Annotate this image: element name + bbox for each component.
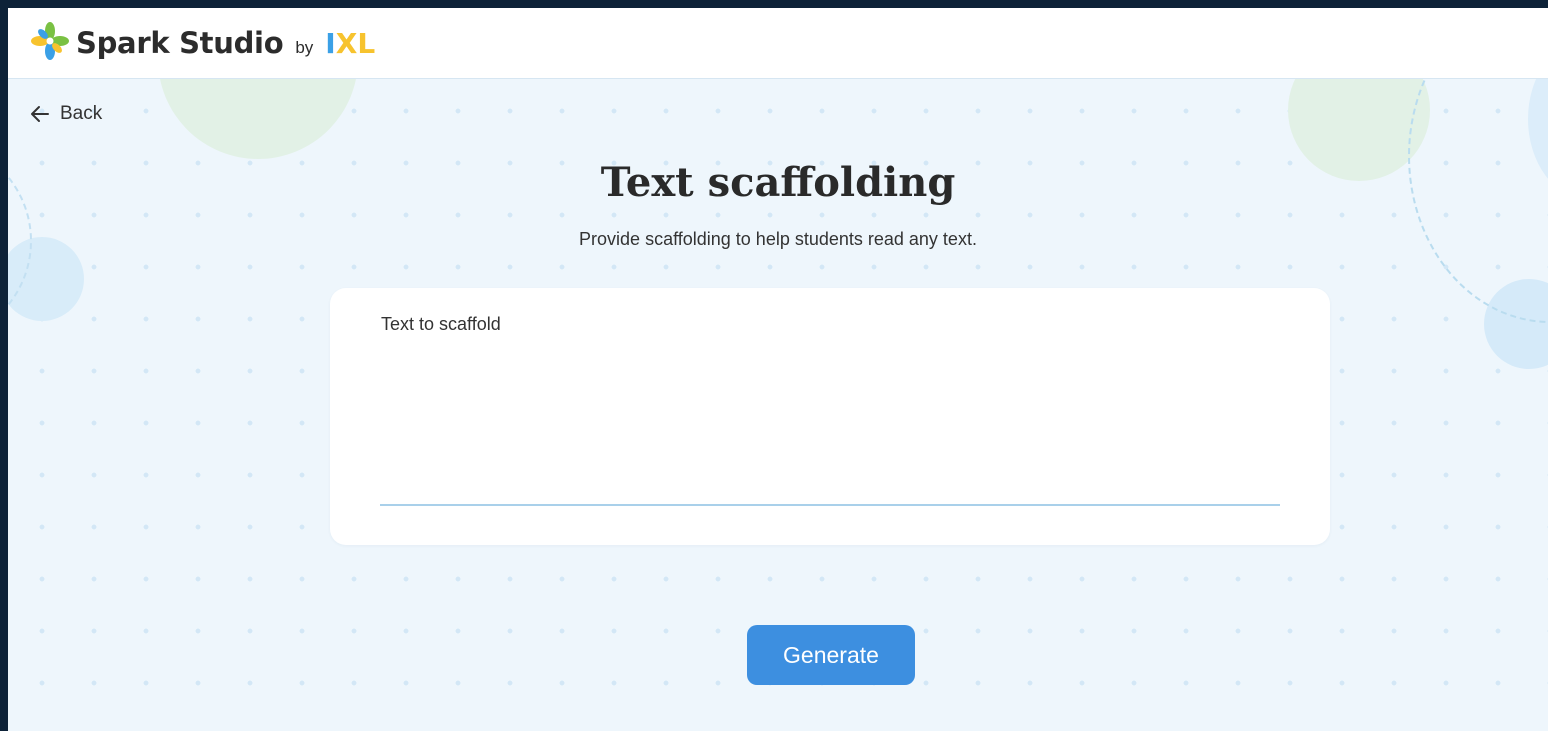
brand-name: Spark Studio	[76, 26, 284, 60]
main-content: Back Text scaffolding Provide scaffoldin…	[8, 8, 1548, 731]
page-subtitle: Provide scaffolding to help students rea…	[579, 229, 977, 249]
top-header: Spark Studio by I X L	[8, 8, 1548, 79]
arrow-left-icon	[30, 105, 50, 123]
generate-button[interactable]: Generate	[747, 625, 915, 685]
text-to-scaffold-input[interactable]	[380, 344, 1280, 506]
brand-by: by	[295, 38, 314, 57]
app-window: Spark Studio by I X L Back Text scaffold…	[8, 8, 1548, 731]
partner-logo: I X L	[325, 27, 375, 60]
input-card: Text to scaffold	[330, 288, 1330, 545]
text-field-label: Text to scaffold	[381, 314, 501, 334]
back-label: Back	[60, 103, 103, 124]
partner-logo-letter: L	[357, 26, 376, 60]
back-link[interactable]: Back	[30, 103, 102, 125]
brand-logo[interactable]: Spark Studio by I X L	[30, 21, 375, 66]
page-title: Text scaffolding	[600, 159, 956, 206]
partner-logo-letter: I	[325, 26, 336, 60]
spark-logo-icon	[30, 21, 70, 66]
partner-logo-letter: X	[335, 26, 358, 60]
